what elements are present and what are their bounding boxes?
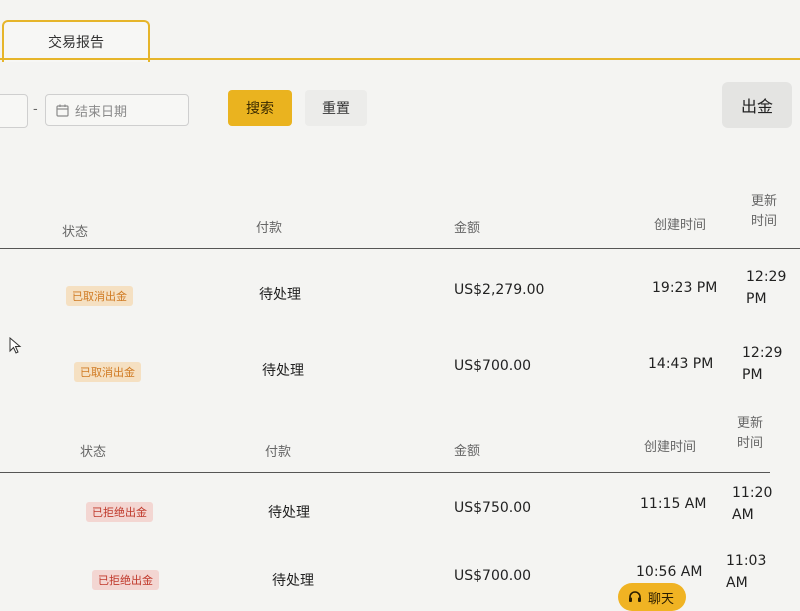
header-payment[interactable]: 付款 — [265, 441, 291, 460]
table-header: 状态 付款 金额 创建时间 更新 时间 — [0, 192, 800, 250]
header-status[interactable]: 状态 — [80, 441, 106, 460]
tab-transaction-report[interactable]: 交易报告 — [2, 20, 150, 62]
updated-cell: 12:29 PM — [742, 345, 783, 383]
status-badge: 已拒绝出金 — [86, 502, 153, 522]
filter-bar: - 结束日期 搜索 重置 出金 — [0, 82, 800, 138]
status-badge: 已取消出金 — [74, 362, 141, 382]
header-created[interactable]: 创建时间 — [644, 436, 696, 455]
table-row[interactable]: 已取消出金 待处理 US$2,279.00 19:23 PM 12:29 PM — [0, 266, 800, 326]
updated-cell: 11:03 AM — [726, 553, 767, 591]
end-date-input[interactable]: 结束日期 — [45, 94, 189, 126]
payment-cell: 待处理 — [272, 573, 314, 589]
tab-bar: 交易报告 — [0, 0, 800, 62]
table-row[interactable]: 已取消出金 待处理 US$700.00 14:43 PM 12:29 PM — [0, 342, 800, 402]
payment-cell: 待处理 — [262, 363, 304, 379]
amount-cell: US$700.00 — [454, 568, 532, 584]
created-cell: 10:56 AM — [636, 564, 703, 580]
header-amount[interactable]: 金额 — [454, 217, 480, 236]
table-header: 状态 付款 金额 创建时间 更新 时间 — [0, 414, 800, 474]
reset-button[interactable]: 重置 — [305, 90, 367, 126]
date-range-separator: - — [33, 102, 38, 117]
table-row[interactable]: 已拒绝出金 待处理 US$750.00 11:15 AM 11:20 AM — [0, 482, 800, 542]
status-badge: 已拒绝出金 — [92, 570, 159, 590]
header-divider — [0, 248, 800, 249]
header-divider — [0, 472, 770, 473]
chat-label: 聊天 — [648, 591, 675, 607]
header-created[interactable]: 创建时间 — [654, 214, 706, 233]
created-cell: 19:23 PM — [652, 280, 718, 296]
header-payment[interactable]: 付款 — [256, 217, 282, 236]
updated-cell: 12:29 PM — [746, 269, 787, 307]
header-status[interactable]: 状态 — [62, 221, 88, 240]
amount-cell: US$2,279.00 — [454, 282, 545, 298]
headset-icon — [629, 591, 641, 602]
header-updated[interactable]: 更新 时间 — [744, 192, 784, 232]
start-date-input[interactable] — [0, 94, 28, 128]
header-amount[interactable]: 金额 — [454, 440, 480, 459]
amount-cell: US$750.00 — [454, 500, 532, 516]
chat-button[interactable]: 聊天 — [618, 583, 686, 611]
status-badge: 已取消出金 — [66, 286, 133, 306]
search-button[interactable]: 搜索 — [228, 90, 292, 126]
created-cell: 14:43 PM — [648, 356, 714, 372]
end-date-placeholder: 结束日期 — [75, 104, 128, 120]
calendar-icon — [56, 104, 69, 117]
updated-cell: 11:20 AM — [732, 485, 773, 523]
header-updated[interactable]: 更新 时间 — [730, 414, 770, 454]
payment-cell: 待处理 — [268, 505, 310, 521]
amount-cell: US$700.00 — [454, 358, 532, 374]
payment-cell: 待处理 — [259, 287, 301, 303]
created-cell: 11:15 AM — [640, 496, 707, 512]
withdraw-button[interactable]: 出金 — [722, 82, 792, 128]
tab-underline — [0, 58, 800, 60]
mouse-cursor-icon — [9, 337, 22, 354]
